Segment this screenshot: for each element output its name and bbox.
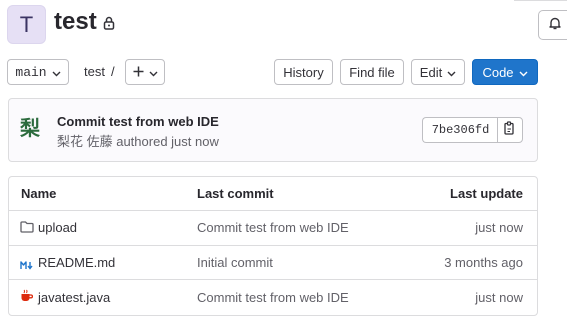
chevron-down-icon	[519, 65, 528, 80]
chevron-down-icon	[52, 65, 61, 80]
java-icon	[20, 289, 33, 307]
folder-icon	[20, 220, 34, 238]
copy-sha-button[interactable]	[497, 117, 523, 143]
last-update-time: just now	[475, 220, 523, 235]
chevron-down-icon	[447, 65, 456, 80]
find-file-button[interactable]: Find file	[340, 59, 404, 85]
branch-selector[interactable]: main	[7, 59, 69, 85]
markdown-icon	[20, 257, 33, 275]
copy-icon	[504, 120, 516, 140]
last-update-time: 3 months ago	[444, 255, 523, 270]
file-name-link[interactable]: javatest.java	[38, 290, 110, 305]
file-name-link[interactable]: README.md	[38, 255, 115, 270]
code-label: Code	[482, 64, 514, 80]
history-button[interactable]: History	[274, 59, 333, 85]
edit-label: Edit	[419, 64, 443, 80]
breadcrumb-separator: /	[111, 64, 115, 79]
branch-name: main	[15, 64, 47, 80]
history-label: History	[283, 64, 324, 80]
add-to-tree-button[interactable]	[125, 59, 165, 85]
commit-message-link[interactable]: Initial commit	[197, 255, 273, 270]
edit-dropdown-button[interactable]: Edit	[411, 59, 465, 85]
find-file-label: Find file	[349, 64, 395, 80]
project-avatar[interactable]: T	[7, 5, 46, 44]
commit-title[interactable]: Commit test from web IDE	[57, 114, 219, 129]
plus-icon	[133, 65, 144, 80]
last-update-time: just now	[475, 290, 523, 305]
lock-icon	[103, 16, 115, 35]
bell-icon	[548, 16, 562, 35]
chevron-down-icon	[149, 65, 158, 80]
column-header-last-update: Last update	[450, 186, 523, 201]
project-title[interactable]: test	[54, 8, 97, 36]
commit-message-link[interactable]: Commit test from web IDE	[197, 220, 349, 235]
commit-message-link[interactable]: Commit test from web IDE	[197, 290, 349, 305]
notification-button[interactable]	[538, 10, 567, 40]
commit-author-meta: 梨花 佐藤 authored just now	[57, 134, 219, 149]
top-divider	[514, 0, 567, 5]
project-avatar-letter: T	[19, 11, 34, 37]
file-name-link[interactable]: upload	[38, 220, 77, 235]
breadcrumb-root[interactable]: test	[84, 64, 105, 79]
column-header-name: Name	[21, 186, 57, 201]
column-header-last-commit: Last commit	[197, 186, 274, 201]
author-avatar[interactable]: 梨	[20, 116, 42, 142]
code-dropdown-button[interactable]: Code	[472, 59, 538, 85]
commit-sha[interactable]: 7be306fd	[422, 117, 498, 143]
